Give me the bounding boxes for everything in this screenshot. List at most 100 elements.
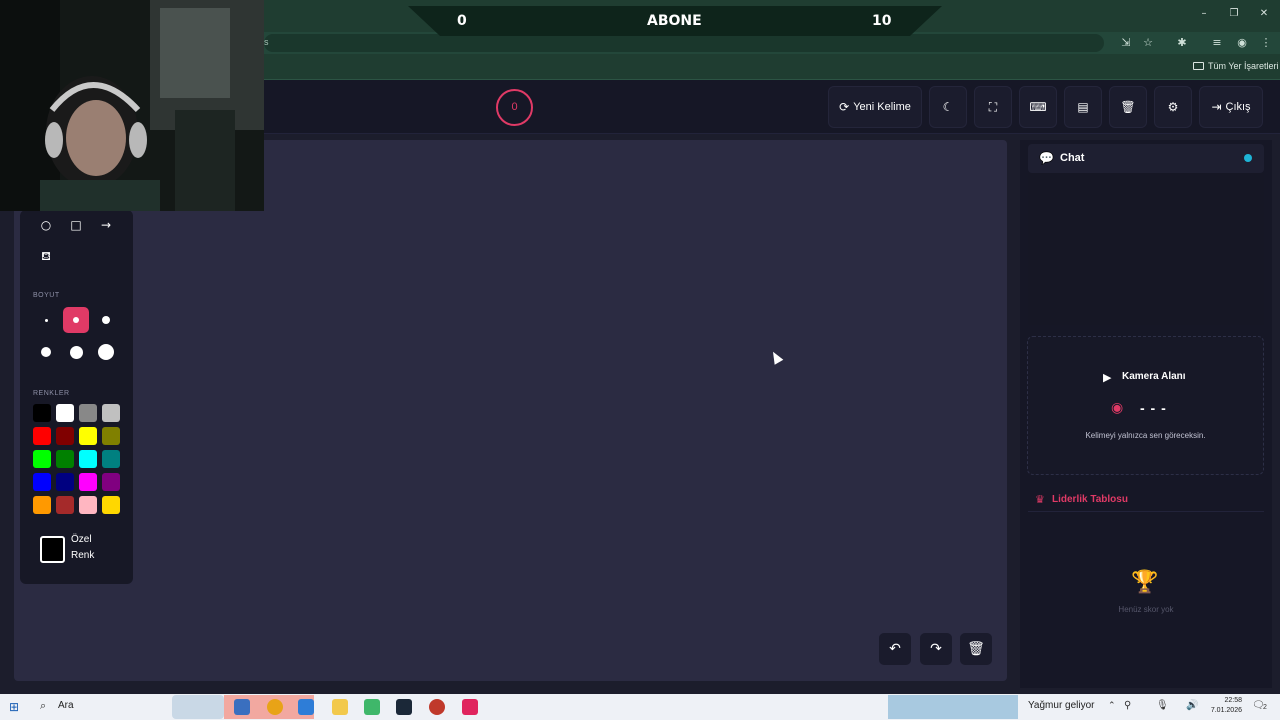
- clock-time: 22:58: [1224, 697, 1242, 704]
- settings-button[interactable]: ⚙: [1154, 86, 1192, 128]
- refresh-icon: ⟳: [839, 100, 850, 114]
- tray-chevron-icon[interactable]: ⌃: [1108, 701, 1116, 711]
- keyboard-button[interactable]: ⌨: [1019, 86, 1057, 128]
- store-icon[interactable]: [364, 699, 380, 715]
- steam-icon[interactable]: [396, 699, 412, 715]
- size-section-label: BOYUT: [33, 292, 60, 299]
- clear-canvas-button[interactable]: 🗑: [960, 633, 992, 665]
- size-option-6[interactable]: [93, 339, 119, 365]
- obs-icon[interactable]: [429, 699, 445, 715]
- profile-icon[interactable]: ◉: [1234, 35, 1250, 51]
- star-icon[interactable]: ☆: [1140, 35, 1156, 51]
- all-bookmarks[interactable]: Tüm Yer İşaretleri: [1193, 58, 1279, 74]
- taskbar-weather-bg: [888, 695, 1018, 719]
- taskview-icon[interactable]: [234, 699, 250, 715]
- weather-text[interactable]: Yağmur geliyor: [1028, 700, 1095, 711]
- media-icon[interactable]: ≡: [1209, 35, 1225, 51]
- color-swatch[interactable]: [79, 473, 97, 491]
- install-icon[interactable]: ⇲: [1118, 35, 1134, 51]
- fullscreen-button[interactable]: ⛶: [974, 86, 1012, 128]
- color-swatch[interactable]: [79, 404, 97, 422]
- close-icon[interactable]: ✕: [1256, 6, 1272, 22]
- theme-button[interactable]: ☾: [929, 86, 967, 128]
- trophy-icon: 🏆: [1131, 570, 1159, 595]
- address-bar[interactable]: [264, 34, 1104, 52]
- delete-button[interactable]: 🗑: [1109, 86, 1147, 128]
- search-icon[interactable]: ⌕: [40, 699, 46, 713]
- undo-button[interactable]: ↶: [879, 633, 911, 665]
- color-swatch[interactable]: [102, 404, 120, 422]
- color-swatch[interactable]: [56, 473, 74, 491]
- explorer-icon[interactable]: [332, 699, 348, 715]
- trash-icon: 🗑: [1120, 100, 1136, 114]
- camera-title: Kamera Alanı: [1122, 371, 1186, 382]
- menu-icon[interactable]: ⋮: [1258, 35, 1274, 51]
- tray-clock[interactable]: 22:58 7.01.2026: [1206, 696, 1242, 716]
- taskbar-search-label[interactable]: Ara: [58, 700, 74, 711]
- crown-icon: ♛: [1035, 493, 1045, 506]
- size-option-1[interactable]: [33, 307, 59, 333]
- sign-out-icon: ⇥: [1211, 100, 1222, 114]
- gear-icon: ⚙: [1167, 100, 1179, 114]
- archive-button[interactable]: ▤: [1064, 86, 1102, 128]
- color-swatch[interactable]: [79, 496, 97, 514]
- new-word-button[interactable]: ⟳ Yeni Kelime: [828, 86, 922, 128]
- tray-mic-icon[interactable]: 🎙: [1156, 700, 1169, 711]
- redo-button[interactable]: ↷: [920, 633, 952, 665]
- clock-date: 7.01.2026: [1210, 707, 1242, 714]
- arrow-tool-icon[interactable]: →: [95, 214, 117, 236]
- color-swatch[interactable]: [102, 496, 120, 514]
- tray-volume-icon[interactable]: 🔊: [1186, 700, 1198, 711]
- color-swatch[interactable]: [56, 404, 74, 422]
- keyboard-icon: ⌨: [1029, 100, 1047, 114]
- score-banner: 0 ABONE 10: [408, 6, 942, 36]
- color-swatch[interactable]: [33, 473, 51, 491]
- fill-bucket-icon[interactable]: ⛾: [35, 245, 57, 267]
- word-mask: - - -: [1140, 400, 1167, 416]
- color-swatch[interactable]: [33, 496, 51, 514]
- taskbar-widget[interactable]: [172, 695, 224, 719]
- color-swatch[interactable]: [33, 404, 51, 422]
- app-icon[interactable]: [462, 699, 478, 715]
- round-timer: 0: [496, 89, 533, 126]
- banner-title: ABONE: [647, 13, 702, 29]
- banner-left-value: 0: [457, 13, 467, 29]
- folder-icon: [1193, 62, 1204, 70]
- minimize-icon[interactable]: –: [1196, 6, 1212, 22]
- chrome-icon[interactable]: [267, 699, 283, 715]
- webcam-feed: [0, 0, 264, 211]
- size-option-5[interactable]: [63, 339, 89, 365]
- custom-color-label: Özel Renk: [71, 534, 95, 561]
- size-option-3[interactable]: [93, 307, 119, 333]
- size-option-2[interactable]: [63, 307, 89, 333]
- webcam-image: [0, 0, 264, 211]
- restore-icon[interactable]: ❐: [1226, 6, 1242, 22]
- color-swatch[interactable]: [56, 427, 74, 445]
- chat-messages[interactable]: [1028, 173, 1264, 325]
- color-swatch[interactable]: [56, 450, 74, 468]
- expand-icon: ⛶: [988, 99, 998, 114]
- undo-icon: ↶: [889, 641, 901, 657]
- color-swatch[interactable]: [102, 450, 120, 468]
- tray-network-icon[interactable]: ⚲: [1124, 700, 1131, 711]
- chat-status-dot: [1244, 154, 1252, 162]
- extensions-icon[interactable]: ✱: [1174, 35, 1190, 51]
- leaderboard-empty: Henüz skor yok: [1118, 605, 1174, 614]
- custom-color-button[interactable]: [40, 536, 65, 563]
- trash-icon: 🗑: [967, 641, 985, 657]
- drawing-canvas[interactable]: [14, 140, 1007, 681]
- rectangle-tool-icon[interactable]: □: [65, 214, 87, 236]
- color-swatch[interactable]: [79, 427, 97, 445]
- eye-icon[interactable]: ◉: [1111, 400, 1123, 416]
- color-swatch[interactable]: [102, 473, 120, 491]
- color-swatch[interactable]: [33, 427, 51, 445]
- color-swatch[interactable]: [79, 450, 97, 468]
- color-swatch[interactable]: [56, 496, 74, 514]
- edge-icon[interactable]: [298, 699, 314, 715]
- color-swatch[interactable]: [33, 450, 51, 468]
- color-swatch[interactable]: [102, 427, 120, 445]
- size-option-4[interactable]: [33, 339, 59, 365]
- exit-button[interactable]: ⇥ Çıkış: [1199, 86, 1263, 128]
- circle-tool-icon[interactable]: ○: [35, 214, 57, 236]
- windows-start-icon[interactable]: ⊞: [9, 700, 19, 714]
